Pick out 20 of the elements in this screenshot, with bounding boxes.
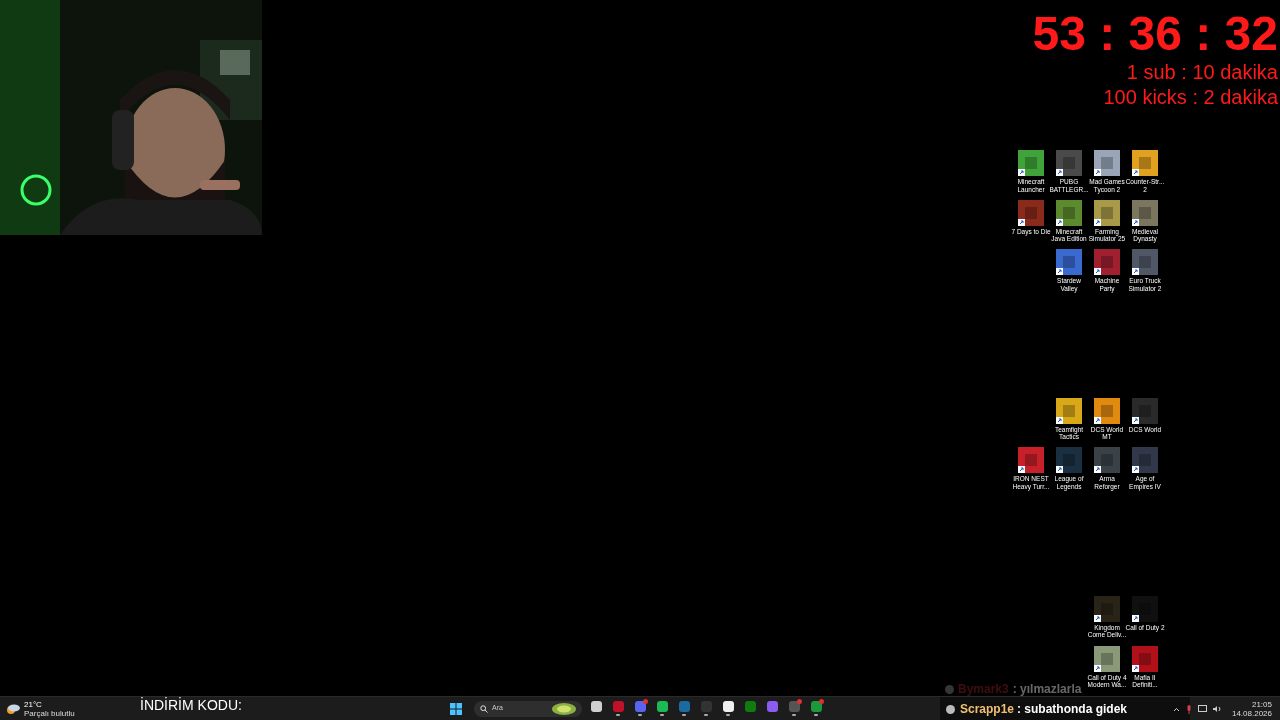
weather-text: Parçalı bulutlu bbox=[24, 708, 75, 718]
chat-username: Bymark3 bbox=[958, 681, 1009, 698]
speaker-icon[interactable] bbox=[1212, 705, 1222, 713]
temperature-text: 21°C bbox=[24, 699, 43, 709]
weather-icon[interactable] bbox=[6, 702, 20, 715]
rule-text: 1 sub : 10 dakika bbox=[1126, 60, 1279, 85]
timer: 53 : 36 : 32 bbox=[1032, 8, 1279, 60]
windows-start-icon[interactable] bbox=[450, 702, 462, 715]
rule-text: 100 kicks : 2 dakika bbox=[1103, 85, 1279, 110]
clock[interactable]: 21:05 14.08.2026 bbox=[1231, 700, 1272, 718]
caret-icon[interactable] bbox=[1172, 706, 1180, 712]
microphone-icon[interactable] bbox=[1185, 704, 1192, 714]
taskbar-app[interactable] bbox=[720, 701, 736, 716]
taskbar-app[interactable] bbox=[654, 701, 670, 716]
chat-username: Scrapp1e bbox=[960, 701, 1015, 718]
search-icon bbox=[480, 704, 488, 713]
chat-message: : yılmazlarla bbox=[1012, 681, 1082, 698]
promo-text: İNDİRİM KODU: bbox=[140, 696, 243, 715]
monitor-icon[interactable] bbox=[1197, 705, 1207, 713]
chat-message: : subathonda gidek bbox=[1017, 701, 1128, 718]
